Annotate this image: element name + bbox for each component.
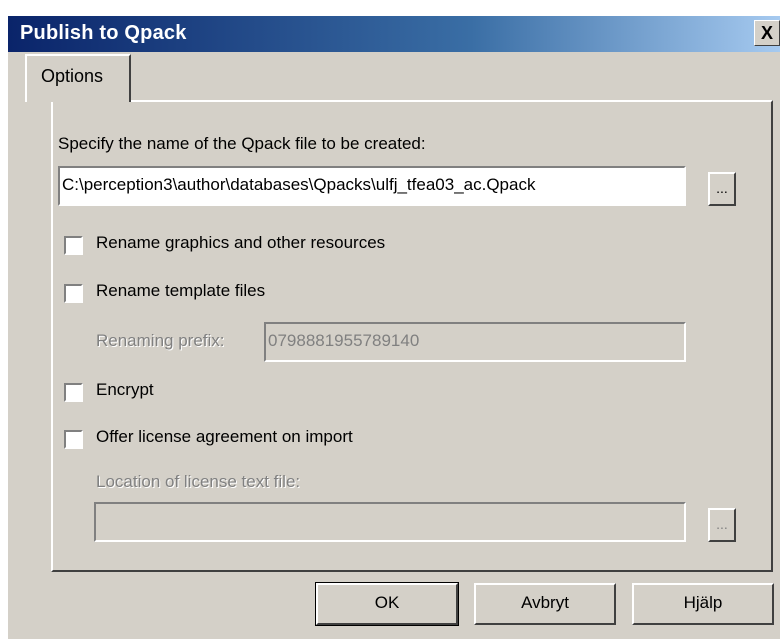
title-bar[interactable]: Publish to Qpack X <box>8 16 780 52</box>
help-button[interactable]: Hjälp <box>632 583 774 625</box>
close-button[interactable]: X <box>754 20 780 46</box>
license-location-label: Location of license text file: <box>96 472 301 491</box>
offer-license-label: Offer license agreement on import <box>96 427 353 446</box>
rename-templates-label: Rename template files <box>96 281 266 300</box>
rename-templates-checkbox[interactable] <box>64 284 83 303</box>
cancel-button[interactable]: Avbryt <box>474 583 616 625</box>
license-location-input[interactable] <box>94 502 686 542</box>
rename-graphics-checkbox[interactable] <box>64 236 83 255</box>
encrypt-label: Encrypt <box>96 380 154 399</box>
tab-options[interactable]: Options <box>25 54 131 102</box>
file-path-input[interactable]: C:\perception3\author\databases\Qpacks\u… <box>58 166 686 206</box>
browse-license-button[interactable]: ... <box>708 508 736 542</box>
ok-button[interactable]: OK <box>315 582 459 626</box>
browse-file-button[interactable]: ... <box>708 172 736 206</box>
file-name-label: Specify the name of the Qpack file to be… <box>58 134 426 153</box>
window-title: Publish to Qpack <box>20 22 187 44</box>
offer-license-checkbox[interactable] <box>64 430 83 449</box>
renaming-prefix-input[interactable]: 0798881955789140 <box>264 322 686 362</box>
renaming-prefix-label: Renaming prefix: <box>96 331 225 350</box>
encrypt-checkbox[interactable] <box>64 383 83 402</box>
rename-graphics-label: Rename graphics and other resources <box>96 233 386 252</box>
tab-options-label: Options <box>41 66 104 86</box>
